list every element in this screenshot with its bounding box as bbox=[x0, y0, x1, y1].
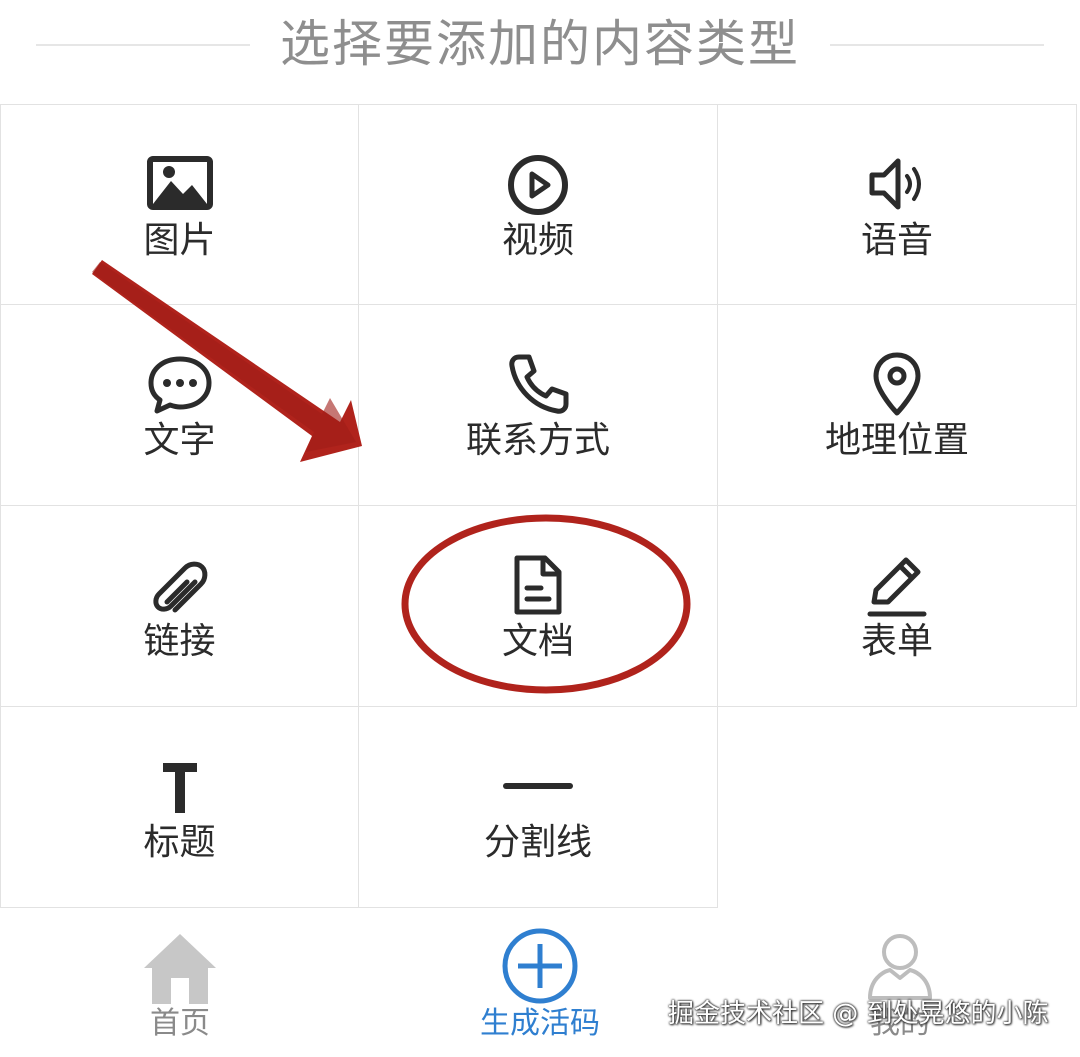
paperclip-icon bbox=[145, 550, 215, 620]
watermark: 掘金技术社区 @ 到处晃悠的小陈 bbox=[668, 999, 1049, 1029]
add-circle-icon bbox=[500, 926, 580, 1006]
user-icon bbox=[860, 926, 940, 1006]
image-icon bbox=[145, 149, 215, 219]
content-type-audio[interactable]: 语音 bbox=[718, 104, 1077, 305]
pencil-icon bbox=[862, 550, 932, 620]
content-type-link[interactable]: 链接 bbox=[0, 506, 359, 707]
bottom-tab-bar: 首页 生成活码 我的 bbox=[0, 912, 1080, 1057]
content-type-form[interactable]: 表单 bbox=[718, 506, 1077, 707]
tab-label: 首页 bbox=[150, 1006, 210, 1041]
location-pin-icon bbox=[862, 349, 932, 419]
content-type-label: 图片 bbox=[143, 220, 216, 261]
content-type-grid: 图片 视频 语音 文字 联系方式 地理位置 链接 文档 表单 标题 分割线 bbox=[0, 104, 1080, 910]
content-type-contact[interactable]: 联系方式 bbox=[359, 305, 718, 506]
tab-create-code[interactable]: 生成活码 bbox=[360, 912, 720, 1057]
tab-label: 生成活码 bbox=[480, 1006, 600, 1041]
content-type-image[interactable]: 图片 bbox=[0, 104, 359, 305]
header-rule-right bbox=[830, 44, 1044, 46]
text-t-icon bbox=[145, 751, 215, 821]
chat-bubble-icon bbox=[145, 349, 215, 419]
content-type-document[interactable]: 文档 bbox=[359, 506, 718, 707]
content-type-divider[interactable]: 分割线 bbox=[359, 707, 718, 908]
header: 选择要添加的内容类型 bbox=[0, 0, 1080, 92]
content-type-label: 文档 bbox=[501, 621, 574, 662]
speaker-icon bbox=[862, 149, 932, 219]
content-type-label: 联系方式 bbox=[465, 420, 610, 461]
content-type-label: 表单 bbox=[860, 621, 933, 662]
content-type-heading[interactable]: 标题 bbox=[0, 707, 359, 908]
divider-line-icon bbox=[503, 751, 573, 821]
video-play-icon bbox=[503, 149, 573, 219]
content-type-location[interactable]: 地理位置 bbox=[718, 305, 1077, 506]
content-type-label: 分割线 bbox=[483, 822, 592, 863]
document-icon bbox=[503, 550, 573, 620]
content-type-label: 标题 bbox=[143, 822, 216, 863]
content-type-label: 链接 bbox=[143, 621, 216, 662]
content-type-label: 文字 bbox=[143, 420, 216, 461]
content-type-text[interactable]: 文字 bbox=[0, 305, 359, 506]
phone-icon bbox=[503, 349, 573, 419]
tab-home[interactable]: 首页 bbox=[0, 912, 360, 1057]
content-type-label: 视频 bbox=[501, 220, 574, 261]
content-type-label: 地理位置 bbox=[824, 420, 969, 461]
tab-mine[interactable]: 我的 bbox=[720, 912, 1080, 1057]
content-type-label: 语音 bbox=[860, 220, 933, 261]
home-icon bbox=[140, 926, 220, 1006]
content-type-video[interactable]: 视频 bbox=[359, 104, 718, 305]
